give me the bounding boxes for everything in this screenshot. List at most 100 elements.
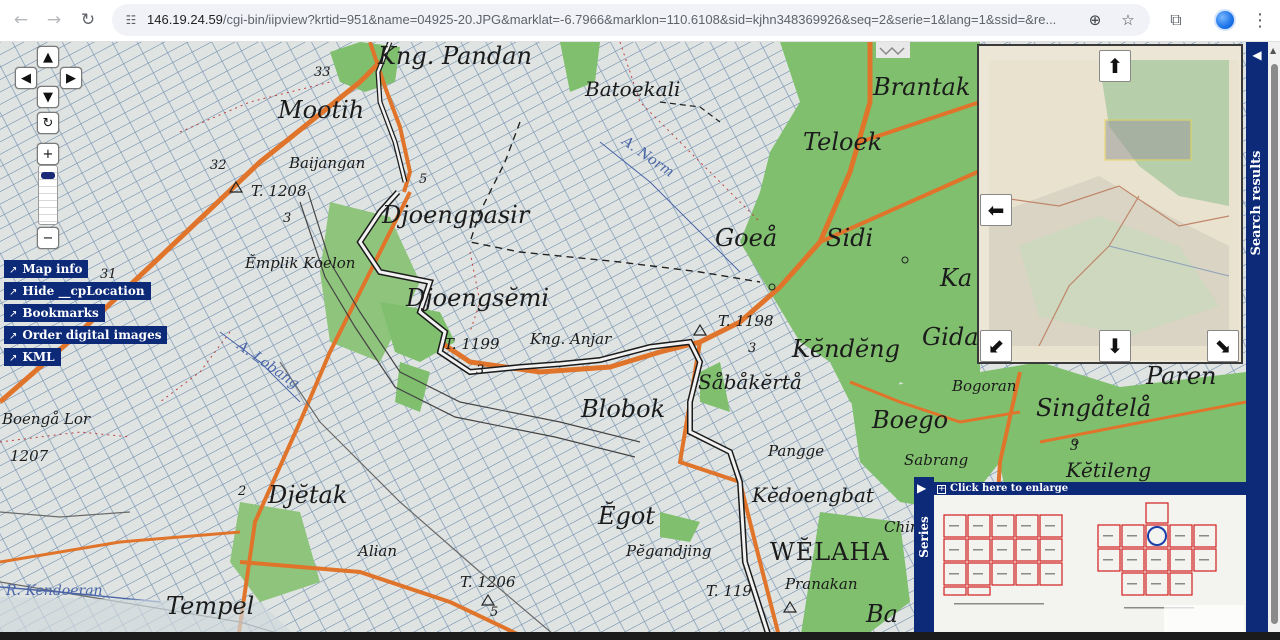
place-label: Alian [358, 542, 398, 560]
place-label: Singåtelå [1036, 394, 1152, 422]
place-label: Brantak [873, 73, 971, 101]
place-label: T. 1199 [444, 335, 500, 353]
overview-navigator[interactable]: ⬆ ⬅ ⬋ ⬇ ⬊ [977, 44, 1243, 364]
place-label: Batoekali [585, 77, 681, 101]
search-results-panel[interactable]: ◀ Search results [1246, 42, 1268, 632]
reload-icon[interactable]: ↻ [75, 7, 101, 33]
forward-arrow-icon[interactable]: → [41, 7, 67, 33]
place-label: T. 1208 [251, 182, 307, 200]
pan-down-button[interactable]: ▼ [37, 86, 59, 108]
place-label: Blobok [581, 395, 666, 423]
zoom-magnifier-icon[interactable]: ⊕ [1085, 10, 1105, 30]
expand-toggle-icon[interactable]: ▶ [917, 481, 926, 495]
hide-location-link[interactable]: ↗ Hide __cpLocation [4, 282, 151, 300]
external-arrow-icon: ↗ [9, 287, 18, 298]
enlarge-link[interactable]: + Click here to enlarge [934, 482, 1246, 495]
spot-height: 5 [490, 605, 499, 620]
url-text[interactable]: 146.19.24.59/cgi-bin/iipview?krtid=951&n… [147, 11, 1187, 29]
pan-up-button[interactable]: ▲ [37, 46, 59, 68]
place-label: Kĕtileng [1066, 458, 1152, 482]
browser-toolbar: ← → ↻ ☷ 146.19.24.59/cgi-bin/iipview?krt… [0, 0, 1280, 42]
place-label: Bogoran [952, 377, 1017, 395]
place-label: T. 119 [706, 582, 752, 600]
place-label: Ĕgot [598, 502, 655, 530]
scrollbar-thumb[interactable] [1271, 64, 1278, 624]
bookmark-star-icon[interactable]: ☆ [1118, 10, 1138, 30]
place-label: Djoengpasir [382, 201, 530, 229]
site-info-icon[interactable]: ☷ [122, 11, 140, 29]
menu-item-label: Map info [22, 262, 83, 276]
menu-item-label: Order digital images [22, 328, 162, 342]
order-digital-images-link[interactable]: ↗ Order digital images [4, 326, 168, 344]
place-label: Boego [872, 406, 949, 434]
place-label: Kĕdoengbat [752, 483, 874, 507]
spot-height: 3 [283, 211, 292, 226]
place-label: 1207 [10, 447, 49, 465]
series-index-panel[interactable]: + Click here to enlarge [934, 482, 1246, 632]
map-info-link[interactable]: ↗ Map info [4, 260, 89, 278]
overview-down-button[interactable]: ⬇ [1099, 330, 1131, 362]
place-label: Såbåkĕrtå [698, 370, 802, 394]
profile-avatar[interactable] [1214, 9, 1236, 31]
place-label: Ba [866, 600, 898, 628]
place-label: Kĕndĕng [792, 335, 900, 363]
place-label: Baijangan [289, 154, 366, 172]
kml-link[interactable]: ↗ KML [4, 348, 61, 366]
place-label: Gida [922, 323, 979, 351]
overview-down-left-button[interactable]: ⬋ [980, 330, 1012, 362]
series-label[interactable]: Series [914, 505, 934, 569]
place-label: Ka [940, 264, 973, 292]
spot-height: 3 [748, 341, 757, 356]
zoom-out-button[interactable]: − [37, 227, 59, 249]
menu-item-label: Bookmarks [22, 306, 99, 320]
url-path: /cgi-bin/iipview?krtid=951&name=04925-20… [222, 12, 1057, 27]
place-label: Sabrang [904, 451, 969, 469]
pan-left-button[interactable]: ◀ [15, 67, 37, 89]
place-label: WĔLAHA [770, 538, 890, 566]
extensions-puzzle-icon[interactable]: ⧉ [1164, 8, 1188, 32]
spot-height: 33 [314, 65, 331, 80]
menu-item-label: Hide __cpLocation [22, 284, 145, 298]
place-label: Djoengsĕmi [406, 284, 550, 312]
spot-height: 3 [476, 363, 485, 378]
menu-item-label: KML [22, 350, 55, 364]
series-panel-tab[interactable]: ▶ Series [914, 477, 934, 632]
external-arrow-icon: ↗ [9, 331, 18, 342]
overview-down-right-button[interactable]: ⬊ [1207, 330, 1239, 362]
place-label: T. 1206 [460, 573, 516, 591]
spot-height: 3 [1070, 439, 1079, 454]
spot-height: 2 [238, 484, 247, 499]
kebab-menu-icon[interactable]: ⋮ [1250, 8, 1270, 32]
page-scrollbar[interactable]: ▲ [1268, 42, 1280, 632]
place-label: T. 1198 [718, 312, 774, 330]
zoom-in-button[interactable]: + [37, 143, 59, 165]
collapse-toggle-icon[interactable]: ◀ [1250, 48, 1264, 62]
search-results-label[interactable]: Search results [1246, 145, 1268, 261]
spot-height: 32 [210, 158, 227, 173]
zoom-slider-thumb[interactable] [41, 171, 55, 179]
place-label: Ěmplik Koelon [245, 254, 356, 272]
window-bottom-edge [0, 632, 1280, 640]
place-label: Mootih [278, 96, 365, 124]
scroll-up-icon[interactable]: ▲ [1270, 46, 1276, 55]
place-label: Kng. Pandan [378, 42, 532, 70]
url-host: 146.19.24.59 [147, 12, 223, 27]
address-bar[interactable]: ☷ 146.19.24.59/cgi-bin/iipview?krtid=951… [112, 4, 1150, 36]
reset-view-button[interactable]: ↻ [37, 112, 59, 134]
zoom-slider[interactable] [38, 165, 58, 225]
place-label: Goeå [715, 224, 778, 252]
overview-up-button[interactable]: ⬆ [1099, 50, 1131, 82]
place-label: Sidi [826, 224, 874, 252]
river-label: R. Kendoeran [6, 583, 103, 599]
overview-map-image [979, 46, 1241, 362]
back-arrow-icon[interactable]: ← [8, 7, 34, 33]
place-label: Kng. Anjar [530, 330, 612, 348]
place-label: Pranakan [785, 575, 858, 593]
place-label: Djĕtak [268, 481, 348, 509]
series-index-sheet-grid[interactable] [934, 495, 1246, 632]
bookmarks-link[interactable]: ↗ Bookmarks [4, 304, 105, 322]
pan-right-button[interactable]: ▶ [60, 67, 82, 89]
overview-left-button[interactable]: ⬅ [980, 194, 1012, 226]
enlarge-label: Click here to enlarge [950, 483, 1069, 494]
plus-icon: + [937, 484, 946, 494]
